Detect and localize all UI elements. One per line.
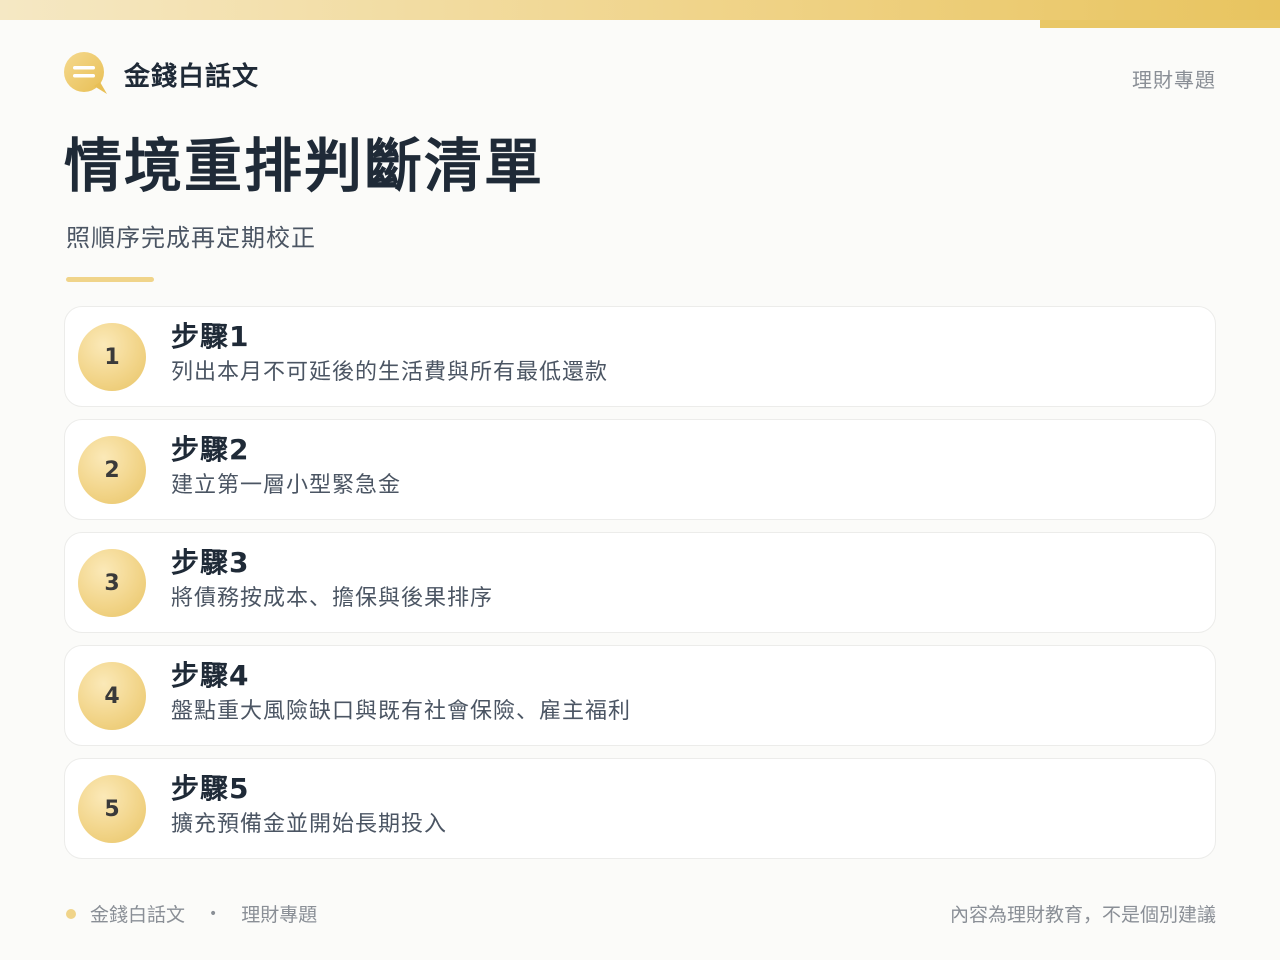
footer-separator: •	[209, 905, 218, 922]
step-card: 5 步驟5 擴充預備金並開始長期投入	[64, 758, 1216, 859]
topic-tag: 理財專題	[1132, 68, 1216, 92]
step-title: 步驟5	[171, 772, 250, 805]
footer-brand: 金錢白話文	[90, 904, 186, 926]
step-description: 擴充預備金並開始長期投入	[171, 812, 448, 838]
step-title: 步驟2	[171, 433, 250, 466]
step-text: 步驟3 將債務按成本、擔保與後果排序	[171, 545, 493, 614]
brand: 金錢白話文	[64, 52, 259, 96]
step-description: 建立第一層小型緊急金	[171, 473, 402, 499]
step-card: 3 步驟3 將債務按成本、擔保與後果排序	[64, 532, 1216, 633]
page: 金錢白話文 理財專題 情境重排判斷清單 照順序完成再定期校正 1 步驟1 列出本…	[0, 0, 1280, 960]
footer-left: 金錢白話文 • 理財專題	[66, 900, 317, 927]
page-title: 情境重排判斷清單	[64, 132, 545, 200]
step-number-badge: 5	[78, 775, 146, 843]
step-card: 4 步驟4 盤點重大風險缺口與既有社會保險、雇主福利	[64, 645, 1216, 746]
title-divider	[66, 277, 154, 282]
step-card: 1 步驟1 列出本月不可延後的生活費與所有最低還款	[64, 306, 1216, 407]
top-accent-bar	[0, 0, 1280, 20]
step-title: 步驟4	[171, 659, 250, 692]
step-number-badge: 2	[78, 436, 146, 504]
step-description: 盤點重大風險缺口與既有社會保險、雇主福利	[171, 699, 632, 725]
steps-list: 1 步驟1 列出本月不可延後的生活費與所有最低還款 2 步驟2 建立第一層小型緊…	[64, 306, 1216, 859]
step-title: 步驟3	[171, 546, 250, 579]
footer-disclaimer: 內容為理財教育，不是個別建議	[949, 904, 1216, 926]
page-subtitle: 照順序完成再定期校正	[66, 224, 316, 252]
step-text: 步驟5 擴充預備金並開始長期投入	[171, 771, 447, 840]
step-number-badge: 4	[78, 662, 146, 730]
footer-dot-icon	[66, 908, 76, 919]
step-description: 將債務按成本、擔保與後果排序	[171, 586, 494, 612]
step-description: 列出本月不可延後的生活費與所有最低還款	[171, 360, 609, 386]
step-title: 步驟1	[171, 320, 250, 353]
step-number-badge: 3	[78, 549, 146, 617]
step-text: 步驟2 建立第一層小型緊急金	[171, 432, 401, 501]
step-card: 2 步驟2 建立第一層小型緊急金	[64, 419, 1216, 520]
step-text: 步驟4 盤點重大風險缺口與既有社會保險、雇主福利	[171, 658, 631, 727]
footer-topic: 理財專題	[241, 904, 318, 926]
brand-name: 金錢白話文	[124, 61, 260, 92]
step-text: 步驟1 列出本月不可延後的生活費與所有最低還款	[171, 319, 608, 388]
step-number-badge: 1	[78, 323, 146, 391]
top-accent-tab	[1040, 20, 1280, 28]
chat-bubble-icon	[64, 52, 107, 94]
